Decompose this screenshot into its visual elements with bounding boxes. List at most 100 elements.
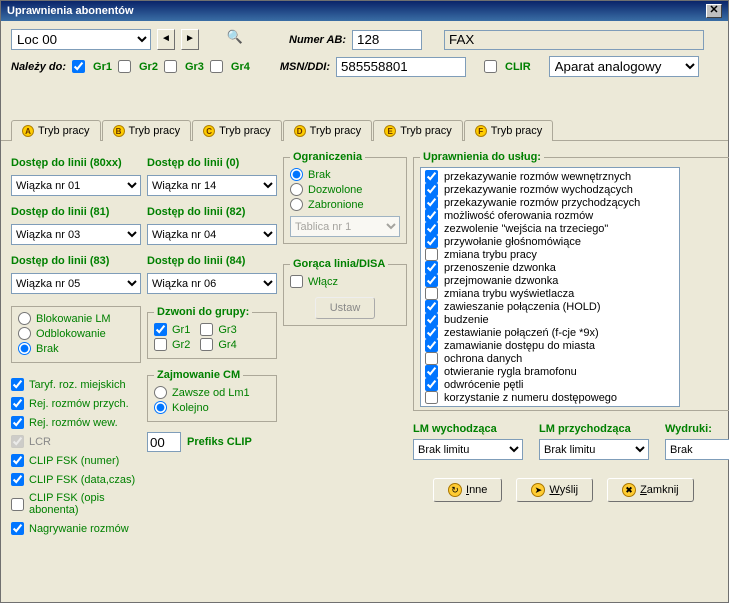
inne-button[interactable]: ↻Inne <box>433 478 502 502</box>
perm-item[interactable]: możliwość oferowania rozmów <box>423 209 677 222</box>
perm-checkbox[interactable] <box>425 339 438 352</box>
perm-item[interactable]: przekazywanie rozmów wychodzących <box>423 183 677 196</box>
next-button[interactable]: ► <box>181 29 199 50</box>
perm-item[interactable]: budzenie <box>423 313 677 326</box>
inne-icon: ↻ <box>448 483 462 497</box>
prefiks-label: Prefiks CLIP <box>187 436 252 448</box>
zajm-kolejno-radio[interactable] <box>154 401 167 414</box>
close-icon[interactable]: ✕ <box>706 4 722 18</box>
clir-checkbox[interactable] <box>484 60 497 73</box>
perm-checkbox[interactable] <box>425 183 438 196</box>
access-0-select[interactable]: Wiązka nr 14 <box>147 175 277 196</box>
perm-item[interactable]: zmiana trybu wyświetlacza <box>423 287 677 300</box>
gr4-checkbox[interactable] <box>210 60 223 73</box>
clip-numer-checkbox[interactable] <box>11 454 24 467</box>
ustaw-button: Ustaw <box>315 297 376 319</box>
zamknij-button[interactable]: ✖Zamknij <box>607 478 694 502</box>
access-82-select[interactable]: Wiązka nr 04 <box>147 224 277 245</box>
perm-item[interactable]: ochrona danych <box>423 352 677 365</box>
clip-data-checkbox[interactable] <box>11 473 24 486</box>
access-80xx-select[interactable]: Wiązka nr 01 <box>11 175 141 196</box>
gr3-checkbox[interactable] <box>164 60 177 73</box>
dzwoni-gr1-checkbox[interactable] <box>154 323 167 336</box>
perm-legend: Uprawnienia do usług: <box>420 151 544 163</box>
perm-checkbox[interactable] <box>425 248 438 261</box>
perm-item[interactable]: zamawianie dostępu do miasta <box>423 339 677 352</box>
perm-checkbox[interactable] <box>425 313 438 326</box>
lm-in-select[interactable]: Brak limitu <box>539 439 649 460</box>
perm-item[interactable]: przekazywanie rozmów wewnętrznych <box>423 170 677 183</box>
tab-b[interactable]: BTryb pracy <box>102 120 192 141</box>
perm-item[interactable]: odwrócenie pętli <box>423 378 677 391</box>
dzwoni-gr3-checkbox[interactable] <box>200 323 213 336</box>
perm-item[interactable]: przejmowanie dzwonka <box>423 274 677 287</box>
ogr-dozw-radio[interactable] <box>290 183 303 196</box>
gr1-checkbox[interactable] <box>72 60 85 73</box>
rej-przych-checkbox[interactable] <box>11 397 24 410</box>
perm-checkbox[interactable] <box>425 326 438 339</box>
perm-item[interactable]: przenoszenie dzwonka <box>423 261 677 274</box>
perm-checkbox[interactable] <box>425 196 438 209</box>
perm-checkbox[interactable] <box>425 287 438 300</box>
lm-out-select[interactable]: Brak limitu <box>413 439 523 460</box>
binoculars-icon[interactable]: 🔍 <box>223 29 247 50</box>
wydruki-select[interactable]: Brak <box>665 439 729 460</box>
blok-lm-radio[interactable] <box>18 312 31 325</box>
perm-checkbox[interactable] <box>425 352 438 365</box>
perm-checkbox[interactable] <box>425 170 438 183</box>
perm-item[interactable]: zmiana trybu pracy <box>423 248 677 261</box>
perm-checkbox[interactable] <box>425 222 438 235</box>
loc-select[interactable]: Loc 00 <box>11 29 151 50</box>
perm-item[interactable]: przekazywanie rozmów przychodzących <box>423 196 677 209</box>
tab-e[interactable]: ETryb pracy <box>373 120 463 141</box>
permissions-list[interactable]: przekazywanie rozmów wewnętrznychprzekaz… <box>420 167 680 407</box>
perm-checkbox[interactable] <box>425 391 438 404</box>
perm-label: przekazywanie rozmów wewnętrznych <box>444 171 631 183</box>
msn-input[interactable] <box>336 57 466 77</box>
perm-item[interactable]: przywołanie głośnomówiące <box>423 235 677 248</box>
dzwoni-gr2-checkbox[interactable] <box>154 338 167 351</box>
perm-checkbox[interactable] <box>425 209 438 222</box>
ogr-tablica-select: Tablica nr 1 <box>290 216 400 237</box>
tab-c[interactable]: CTryb pracy <box>192 120 282 141</box>
perm-item[interactable]: korzystanie z numeru dostępowego <box>423 391 677 404</box>
access-84-select[interactable]: Wiązka nr 06 <box>147 273 277 294</box>
access-0-label: Dostęp do linii (0) <box>147 157 277 169</box>
perm-item[interactable]: zawieszanie połączenia (HOLD) <box>423 300 677 313</box>
clip-opis-checkbox[interactable] <box>11 498 24 511</box>
perm-item[interactable]: zezwolenie "wejścia na trzeciego" <box>423 222 677 235</box>
blok-brak-radio[interactable] <box>18 342 31 355</box>
perm-item[interactable]: otwieranie rygla bramofonu <box>423 365 677 378</box>
device-type-select[interactable]: Aparat analogowy <box>549 56 699 77</box>
numer-ab-input[interactable] <box>352 30 422 50</box>
prev-button[interactable]: ◄ <box>157 29 175 50</box>
perm-checkbox[interactable] <box>425 261 438 274</box>
tab-d[interactable]: DTryb pracy <box>283 120 373 141</box>
perm-label: zmiana trybu pracy <box>444 249 537 261</box>
rej-wew-checkbox[interactable] <box>11 416 24 429</box>
zajm-lm1-radio[interactable] <box>154 386 167 399</box>
taryf-checkbox[interactable] <box>11 378 24 391</box>
perm-checkbox[interactable] <box>425 235 438 248</box>
dzwoni-gr4-checkbox[interactable] <box>200 338 213 351</box>
perm-checkbox[interactable] <box>425 365 438 378</box>
goraca-wlacz-checkbox[interactable] <box>290 275 303 288</box>
perm-item[interactable]: zestawianie połączeń (f-cje *9x) <box>423 326 677 339</box>
odblok-radio[interactable] <box>18 327 31 340</box>
perm-label: ochrona danych <box>444 353 522 365</box>
tab-f[interactable]: FTryb pracy <box>464 120 554 141</box>
perm-checkbox[interactable] <box>425 274 438 287</box>
ogr-zabr-radio[interactable] <box>290 198 303 211</box>
wyslij-icon: ➤ <box>531 483 545 497</box>
tab-a[interactable]: ATryb pracy <box>11 120 101 141</box>
prefiks-input[interactable] <box>147 432 181 452</box>
access-81-select[interactable]: Wiązka nr 03 <box>11 224 141 245</box>
gr2-checkbox[interactable] <box>118 60 131 73</box>
perm-label: przywołanie głośnomówiące <box>444 236 581 248</box>
access-83-select[interactable]: Wiązka nr 05 <box>11 273 141 294</box>
perm-checkbox[interactable] <box>425 300 438 313</box>
nagrywanie-checkbox[interactable] <box>11 522 24 535</box>
perm-checkbox[interactable] <box>425 378 438 391</box>
ogr-brak-radio[interactable] <box>290 168 303 181</box>
wyslij-button[interactable]: ➤Wyślij <box>516 478 593 502</box>
